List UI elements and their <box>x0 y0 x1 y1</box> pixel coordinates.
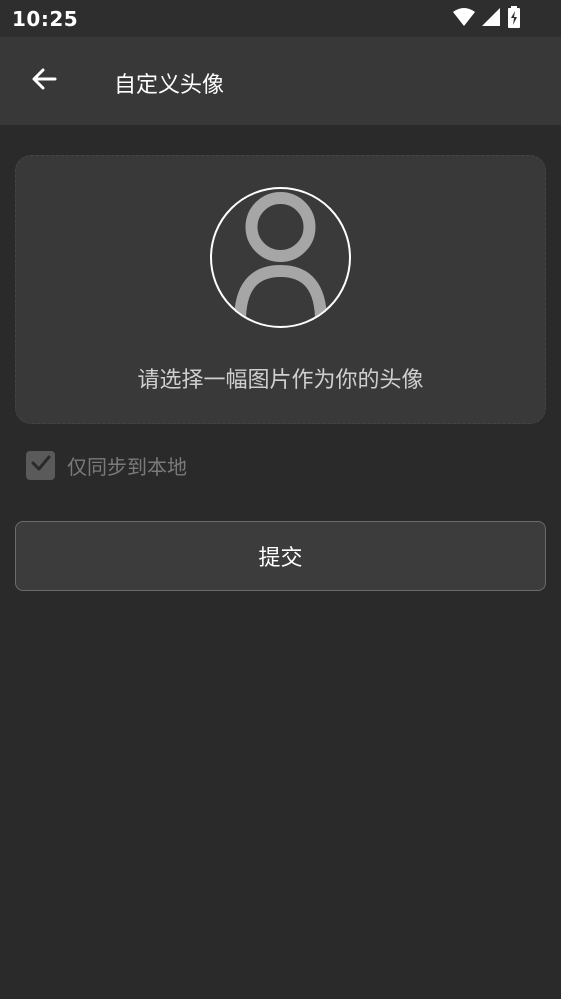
status-icons <box>453 6 521 32</box>
submit-button[interactable]: 提交 <box>15 521 546 591</box>
status-bar: 10:25 <box>0 0 561 37</box>
app-bar: 自定义头像 <box>0 37 561 125</box>
sync-local-label: 仅同步到本地 <box>67 454 187 479</box>
person-placeholder-icon <box>212 192 349 326</box>
arrow-back-icon <box>30 65 58 97</box>
avatar-picker-card[interactable]: 请选择一幅图片作为你的头像 <box>15 155 546 424</box>
checkmark-icon <box>30 452 52 478</box>
page-title: 自定义头像 <box>114 73 225 98</box>
sync-local-option[interactable]: 仅同步到本地 <box>26 450 187 480</box>
wifi-icon <box>453 7 475 31</box>
back-button[interactable] <box>22 59 66 103</box>
picker-hint: 请选择一幅图片作为你的头像 <box>137 368 424 393</box>
signal-icon <box>481 7 501 31</box>
battery-charging-icon <box>507 6 521 32</box>
status-time: 10:25 <box>12 7 79 31</box>
submit-label: 提交 <box>258 546 303 571</box>
avatar[interactable] <box>210 187 351 328</box>
sync-local-checkbox[interactable] <box>26 450 55 480</box>
